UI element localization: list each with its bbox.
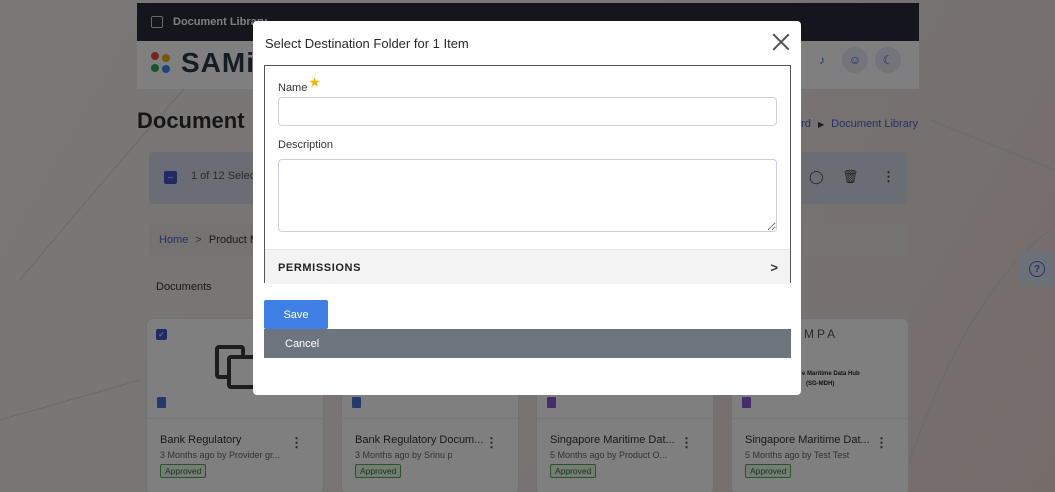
folder-form: Name★ Description PERMISSIONS ˃ [264, 65, 791, 284]
name-input[interactable] [278, 97, 777, 126]
save-button[interactable]: Save [264, 300, 328, 329]
permissions-label: PERMISSIONS [278, 262, 362, 274]
permissions-accordion[interactable]: PERMISSIONS ˃ [265, 249, 790, 284]
close-icon[interactable] [771, 32, 791, 52]
description-input[interactable] [278, 159, 777, 232]
description-label: Description [278, 139, 334, 151]
chevron-right-icon: ˃ [770, 260, 778, 275]
name-label: Name★ [278, 74, 321, 95]
select-destination-modal: Select Destination Folder for 1 Item Nam… [253, 21, 801, 395]
name-label-text: Name [278, 82, 308, 94]
cancel-button[interactable]: Cancel [264, 329, 791, 358]
required-star-icon: ★ [308, 74, 321, 90]
modal-title: Select Destination Folder for 1 Item [265, 36, 469, 51]
